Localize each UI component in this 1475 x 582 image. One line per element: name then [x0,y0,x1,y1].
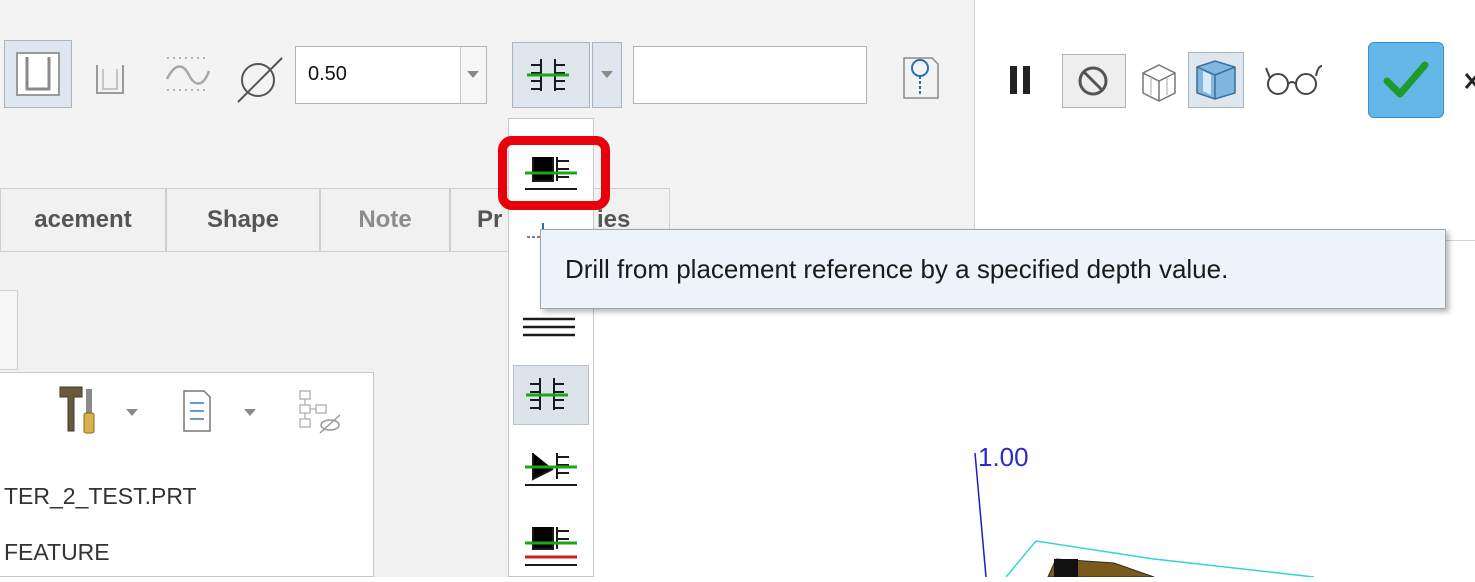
glasses-icon [1265,65,1323,95]
chevron-down-icon[interactable] [126,409,138,416]
tab-shape[interactable]: Shape [166,188,320,252]
tree-filter-icon [299,390,341,434]
shaded-preview-icon [1196,60,1236,100]
menu-item-to-reference[interactable] [513,513,589,573]
dimension-label[interactable]: 1.00 [978,442,1029,473]
tab-placement-label: acement [34,206,132,233]
tab-shape-label: Shape [206,206,280,233]
tooltip: Drill from placement reference by a spec… [540,229,1446,309]
checkmark-icon [1383,61,1429,98]
model-tree-tab[interactable] [0,290,18,370]
hole-callout-icon [903,57,939,99]
straight-hole-button[interactable] [4,40,72,108]
tab-placement[interactable]: acement [0,188,166,252]
chevron-down-icon [601,71,613,78]
show-button[interactable] [176,387,218,435]
geometry-preview-button[interactable] [1132,54,1184,108]
to-selected-icon [525,453,577,486]
standard-hole-icon [96,65,124,94]
tab-note[interactable]: Note [320,188,450,252]
cancel-button[interactable] [1462,66,1475,96]
ok-button[interactable] [1368,42,1444,118]
close-icon [1464,73,1475,89]
diameter-dropdown-button[interactable] [460,47,486,103]
tree-filter-button[interactable] [294,387,342,437]
diameter-value: 0.50 [308,63,347,85]
tooltip-text: Drill from placement reference by a spec… [565,254,1229,284]
chevron-down-icon [467,71,479,78]
menu-item-symmetric[interactable] [513,365,589,425]
depth-option-button[interactable] [512,42,590,108]
verify-mode-button[interactable] [1188,52,1244,108]
tree-item-part[interactable]: TER_2_TEST.PRT [4,483,197,510]
glasses-preview-button[interactable] [1262,60,1324,100]
no-preview-icon [1078,66,1108,96]
tab-note-label: Note [358,206,412,233]
symmetric-depth-icon [527,59,569,91]
tools-icon [59,386,95,434]
depth-value-input[interactable] [633,46,867,104]
straight-hole-icon [16,52,60,96]
symmetric-depth-icon [526,378,568,410]
diameter-input[interactable]: 0.50 [295,46,487,104]
sketch-profile-icon [165,57,211,91]
to-reference-icon [525,527,577,566]
right-toolbar-panel [975,0,1475,240]
menu-item-to-selected[interactable] [513,439,589,499]
standard-hole-button[interactable] [84,46,136,106]
tree-item-feature[interactable]: FEATURE [4,539,110,566]
no-preview-button[interactable] [1062,54,1126,108]
pause-icon [1010,66,1030,94]
model-tree-panel: TER_2_TEST.PRT FEATURE [0,372,374,577]
depth-option-dropdown-button[interactable] [592,42,622,108]
sketched-hole-button[interactable] [160,46,216,106]
hole-note-button[interactable] [896,50,944,106]
list-document-icon [183,390,211,432]
pause-button[interactable] [1006,60,1036,100]
wireframe-box-icon [1142,64,1176,102]
annotation-highlight-box [498,136,610,210]
panel-divider [974,0,975,240]
chevron-down-icon[interactable] [244,409,256,416]
settings-button[interactable] [52,379,102,439]
diameter-icon [232,54,290,104]
